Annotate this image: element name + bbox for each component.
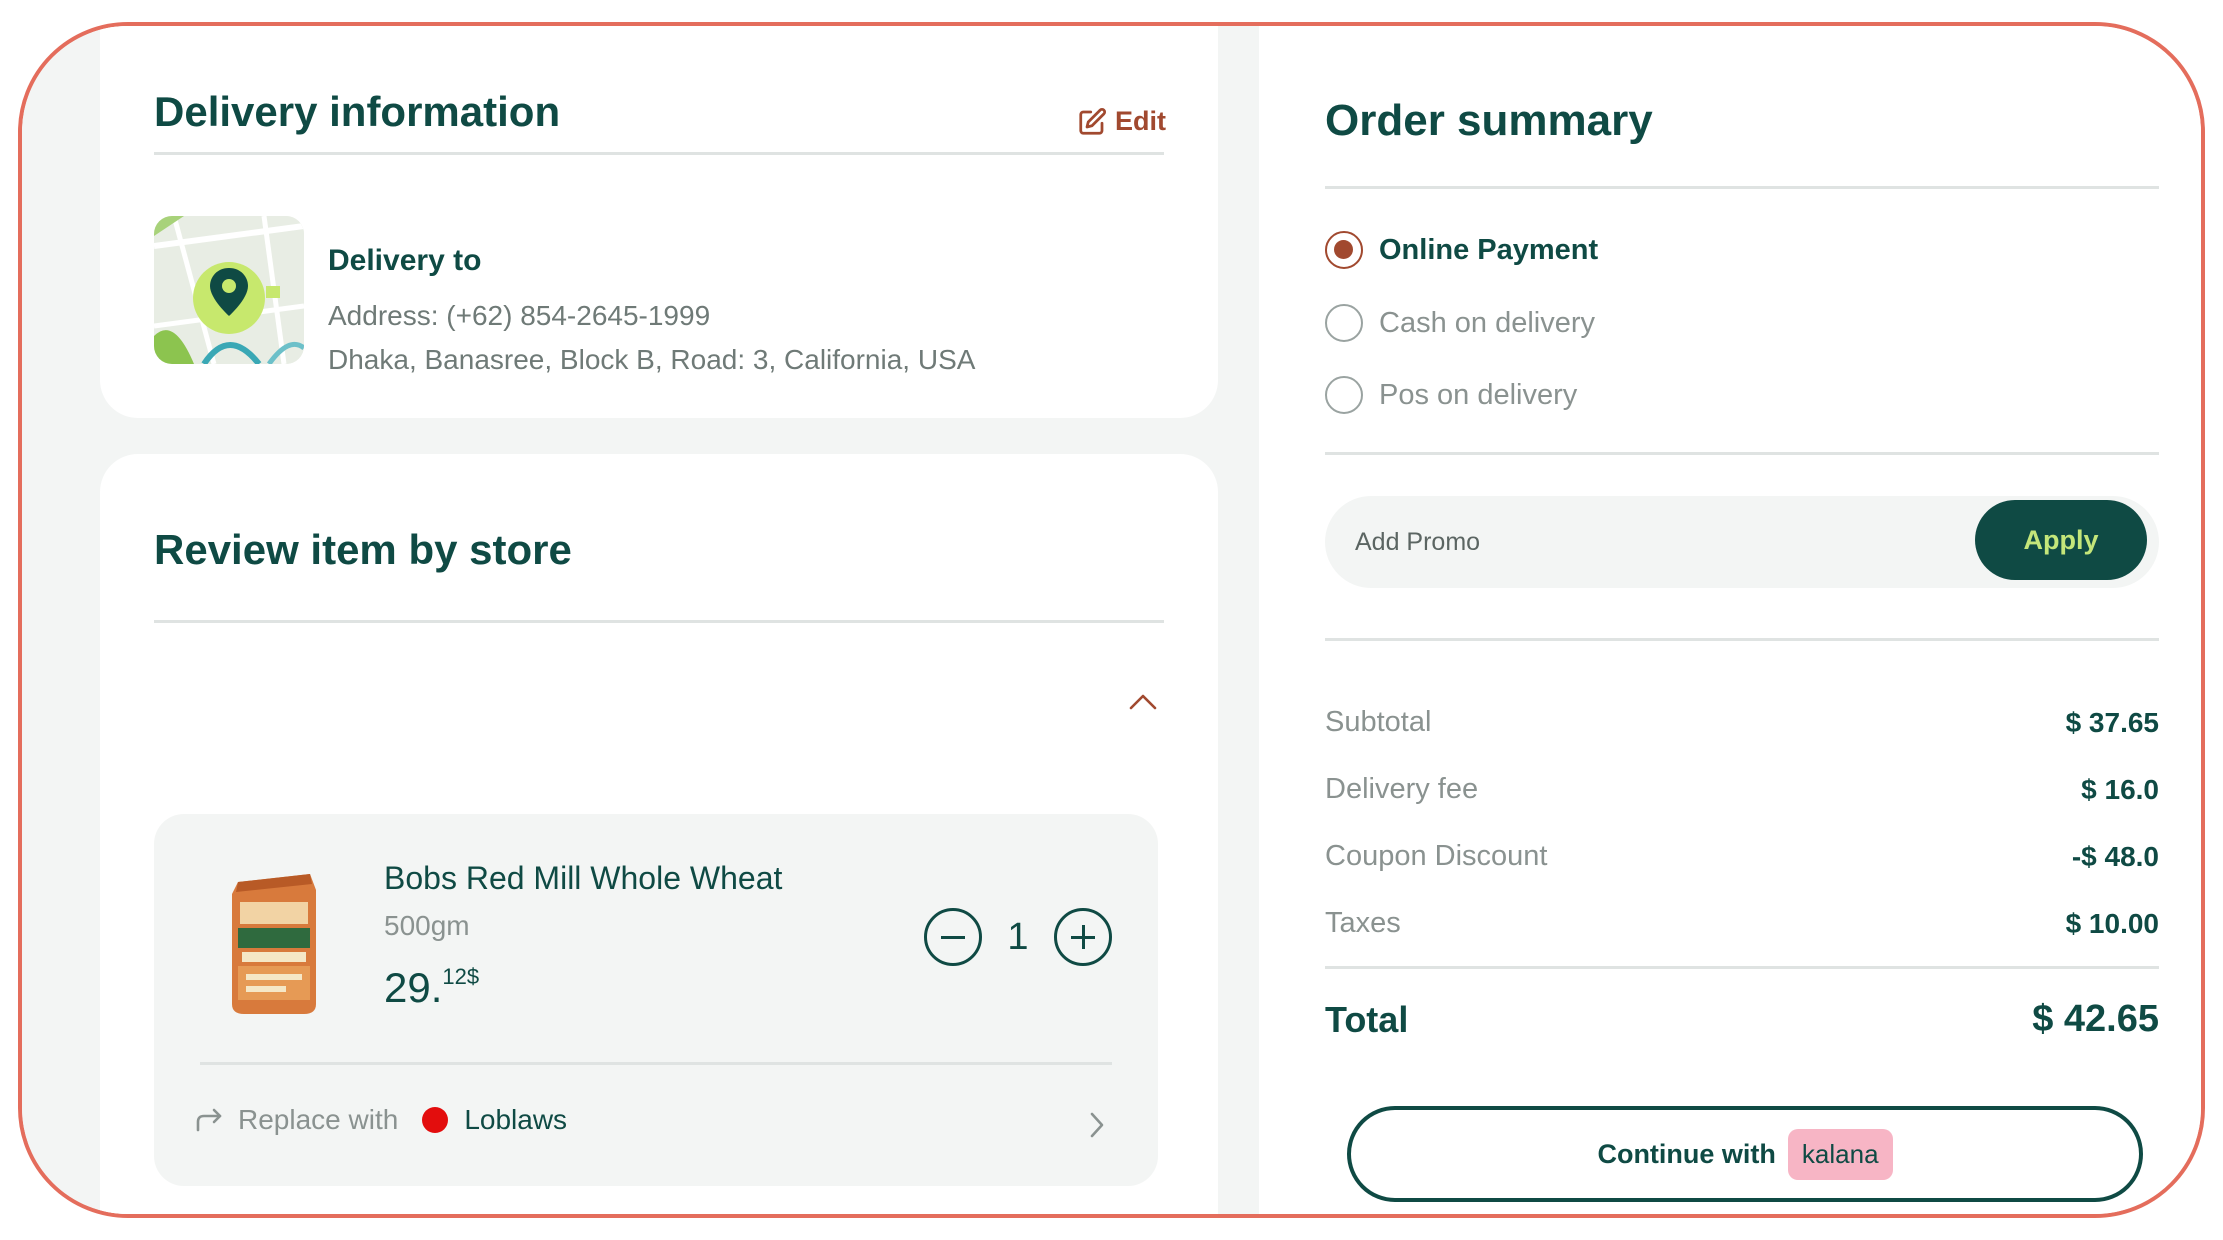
radio-cash[interactable]: [1325, 304, 1363, 342]
decrease-button[interactable]: [924, 908, 982, 966]
payment-label-cash: Cash on delivery: [1379, 306, 1595, 339]
promo-box: Apply: [1325, 496, 2159, 588]
price-cents: 12$: [442, 964, 480, 989]
total-label: Total: [1325, 998, 1409, 1040]
review-card: Review item by store Bobs Red Mill Whole…: [100, 454, 1218, 1214]
chevron-right-icon[interactable]: [1088, 1110, 1106, 1140]
replace-icon: [196, 1108, 222, 1132]
summary-divider-3: [1325, 638, 2159, 641]
order-summary-panel: Order summary Online Payment Cash on del…: [1259, 26, 2201, 1214]
payment-label-pos: Pos on delivery: [1379, 378, 1578, 411]
chevron-up-icon[interactable]: [1128, 692, 1158, 712]
screen-frame: Delivery information Edit Delivery to Ad…: [18, 22, 2205, 1218]
summary-divider-2: [1325, 452, 2159, 455]
radio-online[interactable]: [1325, 231, 1363, 269]
taxes-row: Taxes $ 10.00: [1325, 907, 2159, 940]
map-thumbnail: [154, 216, 304, 364]
summary-divider-1: [1325, 186, 2159, 189]
edit-button[interactable]: Edit: [1077, 106, 1166, 137]
total-row: Total $ 42.65: [1325, 998, 2159, 1041]
review-divider: [154, 620, 1164, 623]
summary-divider-4: [1325, 966, 2159, 969]
item-divider: [200, 1062, 1112, 1065]
continue-button[interactable]: Continue with kalana: [1347, 1106, 2143, 1202]
taxes-value: $ 10.00: [2065, 907, 2159, 939]
taxes-label: Taxes: [1325, 907, 1401, 939]
replace-store-name: Loblaws: [464, 1104, 568, 1135]
continue-label: Continue with: [1597, 1138, 1776, 1169]
minus-icon: [941, 936, 965, 939]
payment-option-online[interactable]: Online Payment: [1325, 231, 1598, 269]
delivery-card: Delivery information Edit Delivery to Ad…: [100, 26, 1218, 418]
apply-button[interactable]: Apply: [1975, 500, 2147, 580]
summary-title: Order summary: [1325, 96, 1653, 145]
delivery-fee-row: Delivery fee $ 16.0: [1325, 773, 2159, 806]
delivery-fee-value: $ 16.0: [2081, 773, 2159, 805]
product-price: 29.12$: [384, 964, 479, 1012]
brand-chip: kalana: [1787, 1128, 1893, 1180]
increase-button[interactable]: [1054, 908, 1112, 966]
payment-option-cash[interactable]: Cash on delivery: [1325, 304, 1595, 342]
subtotal-label: Subtotal: [1325, 706, 1432, 738]
subtotal-row: Subtotal $ 37.65: [1325, 706, 2159, 739]
edit-icon: [1079, 107, 1107, 135]
delivery-title: Delivery information: [154, 88, 561, 135]
delivery-divider: [154, 152, 1164, 155]
coupon-row: Coupon Discount -$ 48.0: [1325, 840, 2159, 873]
product-name: Bobs Red Mill Whole Wheat: [384, 860, 783, 896]
radio-pos[interactable]: [1325, 376, 1363, 414]
product-image: [232, 874, 316, 1014]
quantity-stepper: 1: [924, 908, 1112, 966]
payment-option-pos[interactable]: Pos on delivery: [1325, 376, 1577, 414]
payment-label-online: Online Payment: [1379, 233, 1599, 266]
delivery-fee-label: Delivery fee: [1325, 773, 1479, 805]
coupon-label: Coupon Discount: [1325, 840, 1548, 872]
address-line-1: Address: (+62) 854-2645-1999: [328, 300, 711, 331]
quantity-value: 1: [1007, 915, 1029, 958]
left-column: Delivery information Edit Delivery to Ad…: [22, 26, 1259, 1214]
replace-row[interactable]: Replace with Loblaws: [194, 1104, 567, 1136]
product-weight: 500gm: [384, 910, 470, 941]
edit-label: Edit: [1115, 106, 1166, 136]
coupon-value: -$ 48.0: [2071, 840, 2159, 872]
store-item: Bobs Red Mill Whole Wheat 500gm 29.12$ 1: [154, 814, 1158, 1186]
subtotal-value: $ 37.65: [2065, 706, 2159, 738]
price-main: 29.: [384, 964, 443, 1011]
total-value: $ 42.65: [2032, 998, 2159, 1040]
promo-input[interactable]: [1355, 496, 1915, 588]
replace-label: Replace with: [238, 1104, 399, 1135]
address-line-2: Dhaka, Banasree, Block B, Road: 3, Calif…: [328, 344, 976, 375]
store-logo: [422, 1107, 449, 1133]
delivery-to-label: Delivery to: [328, 244, 482, 277]
review-title: Review item by store: [154, 526, 572, 573]
